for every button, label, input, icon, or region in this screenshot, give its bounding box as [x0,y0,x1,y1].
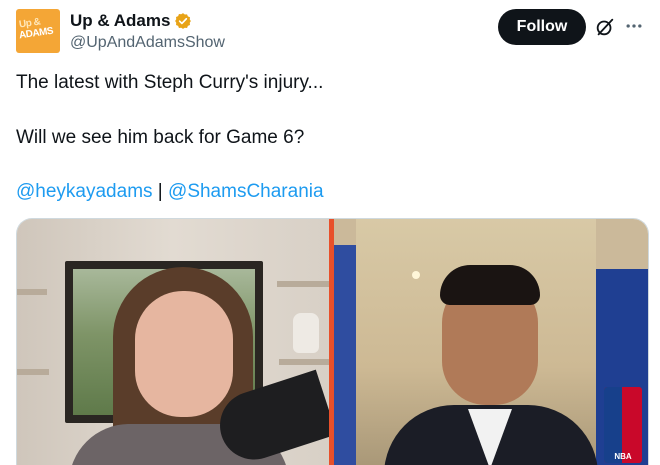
mention-separator: | [152,181,169,202]
shelf [277,281,329,287]
verified-badge-icon [175,13,192,29]
mention-link-shamscharania[interactable]: @ShamsCharania [168,181,324,202]
video-right-pane: NBA [334,219,648,465]
mention-link-heykayadams[interactable]: @heykayadams [16,181,153,202]
nba-logo: NBA [604,387,642,463]
mentions-line: @heykayadams | @ShamsCharania [16,179,324,204]
shelf [279,359,329,365]
host-face [135,291,233,417]
tweet-text-line: Will we see him back for Game 6? [16,127,305,148]
author-display-name[interactable]: Up & Adams [70,10,170,32]
nba-logo-text: NBA [614,452,632,461]
author-handle[interactable]: @UpAndAdamsShow [70,32,225,54]
tweet-text-line: The latest with Steph Curry's injury... [16,72,324,93]
avatar[interactable]: Up & ADAMS [16,9,60,53]
more-icon[interactable] [624,16,644,36]
grok-icon[interactable] [594,16,616,38]
video-media[interactable]: NBA [16,218,649,465]
ceiling-light [412,271,420,279]
author-info: Up & Adams @UpAndAdamsShow [70,10,225,54]
vase [293,313,319,353]
shelf [17,289,47,295]
video-left-pane [17,219,337,465]
tweet-header: Up & ADAMS Up & Adams @UpAndAdamsShow Fo… [16,9,644,53]
guest-hair [440,265,540,305]
author-name-row[interactable]: Up & Adams [70,10,225,32]
shelf [17,369,49,375]
follow-button[interactable]: Follow [498,9,586,45]
blue-banner [334,245,356,465]
